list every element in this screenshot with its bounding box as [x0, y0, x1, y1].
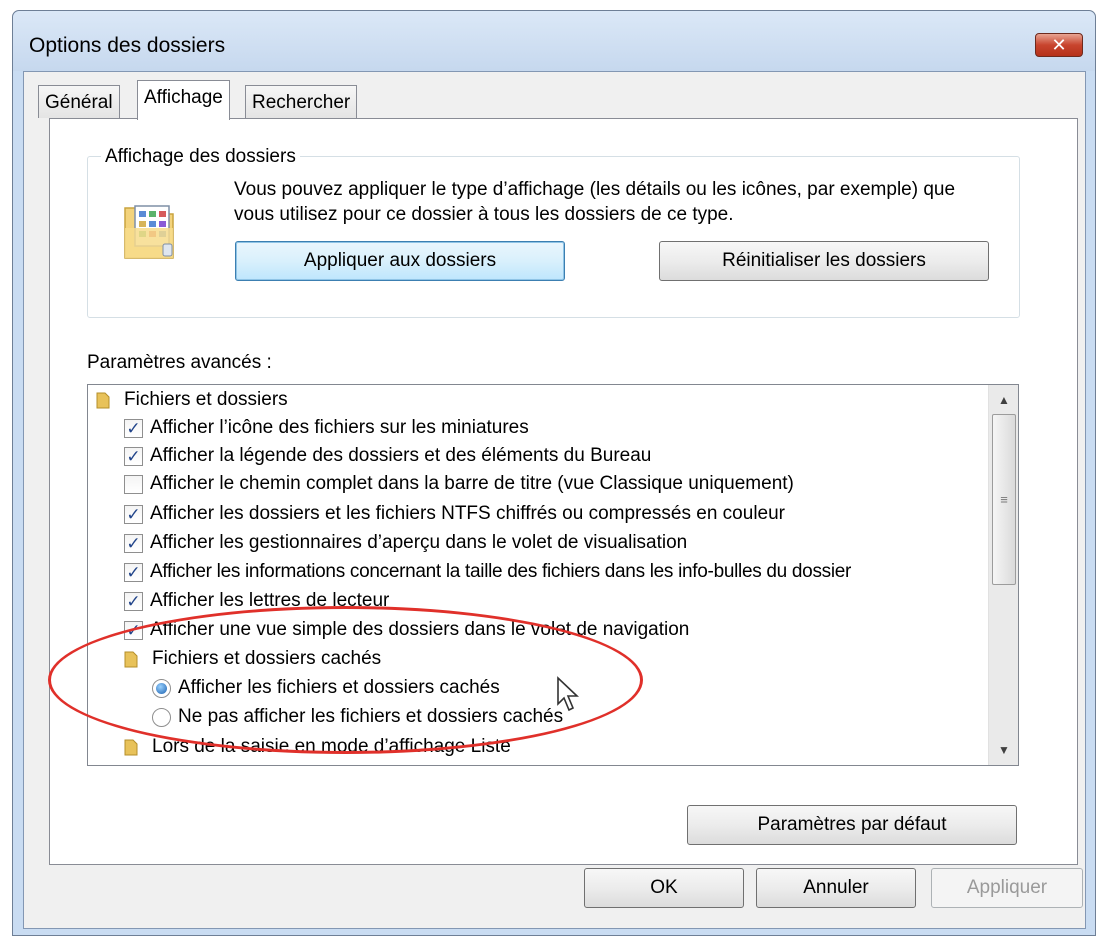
tree-checkbox-row[interactable]: ✓ Afficher les lettres de lecteur — [124, 588, 988, 614]
tree-folder-list-mode: Lors de la saisie en mode d’affichage Li… — [124, 734, 988, 760]
folder-view-group: Affichage des dossiers Vous pouvez appli… — [87, 146, 1020, 318]
scroll-up-arrow-icon[interactable]: ▲ — [989, 387, 1018, 413]
tree-item-label: Lors de la saisie en mode d’affichage Li… — [152, 736, 511, 757]
tree-checkbox-row[interactable]: ✓ Afficher les gestionnaires d’aperçu da… — [124, 530, 988, 556]
folder-views-icon — [124, 205, 174, 259]
tree-item-label: Afficher une vue simple des dossiers dan… — [150, 619, 690, 640]
close-button[interactable]: ✕ — [1035, 33, 1083, 57]
title-bar[interactable]: Options des dossiers ✕ — [13, 11, 1095, 71]
restore-defaults-button[interactable]: Paramètres par défaut — [687, 805, 1017, 845]
apply-button[interactable]: Appliquer — [931, 868, 1083, 908]
group-title: Affichage des dossiers — [101, 146, 300, 168]
checkbox-checked[interactable]: ✓ — [124, 504, 143, 524]
tree-checkbox-row[interactable]: ✓ Afficher une vue simple des dossiers d… — [124, 617, 988, 643]
folder-icon — [124, 739, 138, 756]
cancel-button[interactable]: Annuler — [756, 868, 916, 908]
tree-item-label: Afficher les informations concernant la … — [150, 561, 852, 582]
window-title: Options des dossiers — [29, 34, 226, 57]
tree-item-label: Afficher la légende des dossiers et des … — [150, 445, 652, 466]
tree-item-label: Afficher l’icône des fichiers sur les mi… — [150, 417, 529, 438]
tree-item-label: Afficher les gestionnaires d’aperçu dans… — [150, 532, 688, 553]
ok-button[interactable]: OK — [584, 868, 744, 908]
checkbox-unchecked[interactable] — [124, 474, 143, 494]
tree-checkbox-row[interactable]: ✓ Afficher l’icône des fichiers sur les … — [124, 415, 988, 441]
tree-checkbox-row[interactable]: ✓ Afficher les dossiers et les fichiers … — [124, 501, 988, 527]
tree-item-label: Afficher les dossiers et les fichiers NT… — [150, 503, 785, 524]
tab-view[interactable]: Affichage — [137, 80, 230, 120]
tree-folder-files: Fichiers et dossiers — [96, 387, 988, 413]
tree-item-label: Afficher les lettres de lecteur — [150, 590, 390, 611]
tree-item-label: Fichiers et dossiers cachés — [152, 648, 382, 669]
folder-icon — [96, 392, 110, 409]
tree-scrollbar[interactable]: ▲ ≡ ▼ — [988, 385, 1018, 765]
checkbox-checked[interactable]: ✓ — [124, 562, 143, 582]
tree-item-label: Afficher le chemin complet dans la barre… — [150, 473, 794, 494]
tree-checkbox-row[interactable]: Afficher le chemin complet dans la barre… — [124, 471, 988, 497]
apply-to-folders-button[interactable]: Appliquer aux dossiers — [235, 241, 565, 281]
folder-icon — [124, 651, 138, 668]
checkbox-checked[interactable]: ✓ — [124, 620, 143, 640]
scroll-thumb[interactable]: ≡ — [992, 414, 1016, 585]
radio-selected[interactable] — [152, 678, 171, 698]
advanced-settings-tree[interactable]: Fichiers et dossiers ✓ Afficher l’icône … — [87, 384, 1019, 766]
advanced-settings-label: Paramètres avancés : — [87, 352, 272, 373]
tree-item-label: Ne pas afficher les fichiers et dossiers… — [178, 706, 564, 727]
checkbox-checked[interactable]: ✓ — [124, 533, 143, 553]
dialog-body: Général Affichage Rechercher Affichage d… — [23, 71, 1086, 929]
checkbox-checked[interactable]: ✓ — [124, 446, 143, 466]
checkbox-checked[interactable]: ✓ — [124, 418, 143, 438]
view-tab-panel: Affichage des dossiers Vous pouvez appli… — [49, 118, 1078, 865]
checkbox-checked[interactable]: ✓ — [124, 591, 143, 611]
scroll-down-arrow-icon[interactable]: ▼ — [989, 737, 1018, 763]
tree-folder-hidden: Fichiers et dossiers cachés — [124, 646, 988, 672]
tree-checkbox-row[interactable]: ✓ Afficher les informations concernant l… — [124, 559, 988, 585]
folder-options-window: Options des dossiers ✕ Général Affichage… — [12, 10, 1096, 936]
tree-item-label: Afficher les fichiers et dossiers cachés — [178, 677, 500, 698]
tab-general[interactable]: Général — [38, 85, 120, 118]
mouse-pointer-icon — [557, 676, 580, 712]
reset-folders-button[interactable]: Réinitialiser les dossiers — [659, 241, 989, 281]
tab-search[interactable]: Rechercher — [245, 85, 358, 118]
radio-unselected[interactable] — [152, 707, 171, 727]
tree-checkbox-row[interactable]: ✓ Afficher la légende des dossiers et de… — [124, 443, 988, 469]
folder-view-description: Vous pouvez appliquer le type d’affichag… — [234, 179, 956, 225]
tree-item-label: Fichiers et dossiers — [124, 389, 288, 410]
